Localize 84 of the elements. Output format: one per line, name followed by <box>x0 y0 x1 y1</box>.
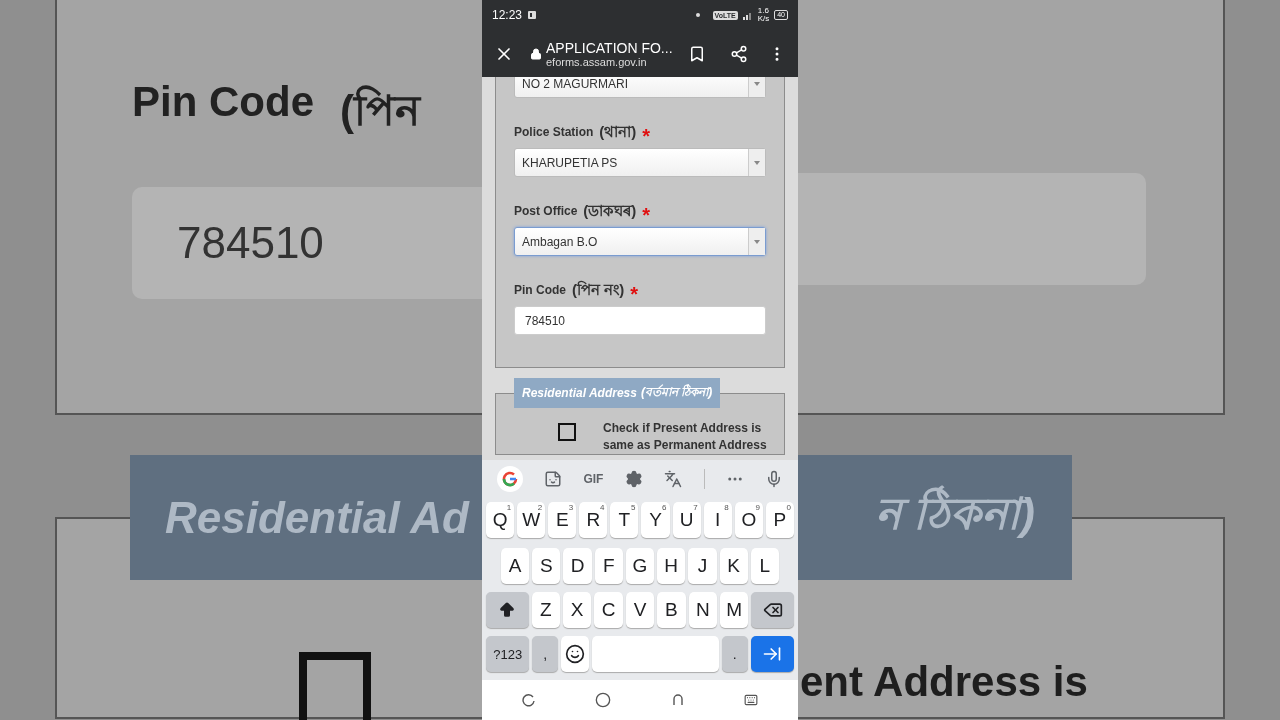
key[interactable]: N <box>688 592 718 628</box>
period-key[interactable]: . <box>721 636 748 672</box>
notification-dot <box>695 13 700 17</box>
emoji-key[interactable] <box>561 636 589 672</box>
google-logo-icon[interactable] <box>496 465 523 492</box>
checkbox-label: Check if Present Address is <box>603 420 763 437</box>
legend-local-text: (বৰ্তমান ঠিকনা) <box>640 383 713 401</box>
key[interactable]: A <box>501 548 530 584</box>
key-hint: 1 <box>506 503 512 512</box>
key[interactable]: G <box>625 548 655 584</box>
share-icon[interactable] <box>730 44 748 63</box>
tab-key[interactable] <box>750 636 794 672</box>
field-label-local: (পিন নং) <box>572 279 625 300</box>
lock-icon <box>530 47 542 60</box>
field-label: Pin Code <box>132 78 314 127</box>
required-mark: * <box>642 124 651 141</box>
field-label-local: (ডাকঘৰ) <box>583 200 637 221</box>
key-hint: 9 <box>755 503 760 512</box>
field-label-text: Pin Code <box>514 283 566 297</box>
bookmark-icon[interactable] <box>688 44 706 63</box>
speed-unit: K/s <box>757 15 770 23</box>
dropdown-field[interactable]: NO 2 MAGURMARI <box>514 77 766 98</box>
key-hint: 2 <box>537 503 543 512</box>
key[interactable]: F <box>594 548 623 584</box>
back-icon[interactable] <box>670 693 685 707</box>
legend-text: Residential Address <box>522 386 637 400</box>
key[interactable]: L <box>750 548 779 584</box>
key[interactable]: V <box>625 592 655 628</box>
sticker-icon[interactable] <box>544 469 563 488</box>
input-field[interactable]: 784510 <box>514 306 766 335</box>
key[interactable]: D <box>563 548 592 584</box>
backspace-icon <box>762 600 783 620</box>
required-mark: * <box>642 203 651 220</box>
checkbox-label: ent Address is <box>800 658 1089 706</box>
checkbox-label: same as Permanent Address <box>603 437 767 454</box>
page-title: APPLICATION FO... <box>546 39 674 56</box>
signal-icon <box>742 10 753 20</box>
home-icon[interactable] <box>595 692 612 708</box>
field-label-text: Post Office <box>514 204 578 218</box>
status-time: 12:23 <box>492 8 523 22</box>
section-legend: Residential Ad <box>130 455 482 580</box>
page-url: eforms.assam.gov.in <box>546 55 648 68</box>
key[interactable]: C <box>594 592 623 628</box>
key-hint: 6 <box>662 503 667 512</box>
backspace-key[interactable] <box>751 592 795 628</box>
caret-icon <box>748 149 765 176</box>
key[interactable]: M <box>720 592 749 628</box>
required-mark: * <box>630 282 638 299</box>
key-hint: 8 <box>724 503 729 512</box>
translate-icon[interactable] <box>664 469 683 488</box>
settings-icon[interactable] <box>624 469 643 488</box>
symbols-key[interactable]: ?123 <box>486 636 530 672</box>
input-field: 784510 <box>132 187 482 299</box>
comma-key[interactable]: , <box>532 636 559 672</box>
shift-icon <box>498 601 517 619</box>
dropdown-field[interactable]: Ambagan B.O <box>514 227 766 256</box>
speed-value: 1.6 <box>757 7 769 15</box>
caret-icon <box>748 228 765 255</box>
keyboard-icon[interactable] <box>744 693 759 707</box>
key[interactable]: B <box>657 592 686 628</box>
field-label-local: (থানা) <box>599 121 637 142</box>
key[interactable]: K <box>719 548 748 584</box>
key[interactable]: Z <box>531 592 560 628</box>
key[interactable]: X <box>563 592 592 628</box>
key-hint: 0 <box>786 503 791 512</box>
key[interactable]: J <box>688 548 717 584</box>
key-hint: 7 <box>693 503 698 512</box>
shift-key[interactable] <box>486 592 529 628</box>
key[interactable]: H <box>657 548 686 584</box>
gif-button[interactable]: GIF <box>583 471 604 486</box>
key-hint: 5 <box>631 503 636 512</box>
notification-icon <box>527 10 538 20</box>
key[interactable]: S <box>532 548 561 584</box>
key[interactable]: I 8 <box>703 502 732 538</box>
section-legend: ন ঠিকনা) <box>798 455 1072 580</box>
next-field-icon <box>762 644 783 664</box>
dropdown-field[interactable]: KHARUPETIA PS <box>514 148 766 177</box>
emoji-icon <box>565 644 585 664</box>
key-hint: 4 <box>599 503 605 512</box>
recent-apps-icon[interactable] <box>521 693 536 707</box>
checkbox[interactable] <box>558 423 576 441</box>
field-label-text: Police Station <box>514 125 594 139</box>
key-hint: 3 <box>568 503 574 512</box>
field-label-local: (পিন <box>340 84 420 136</box>
